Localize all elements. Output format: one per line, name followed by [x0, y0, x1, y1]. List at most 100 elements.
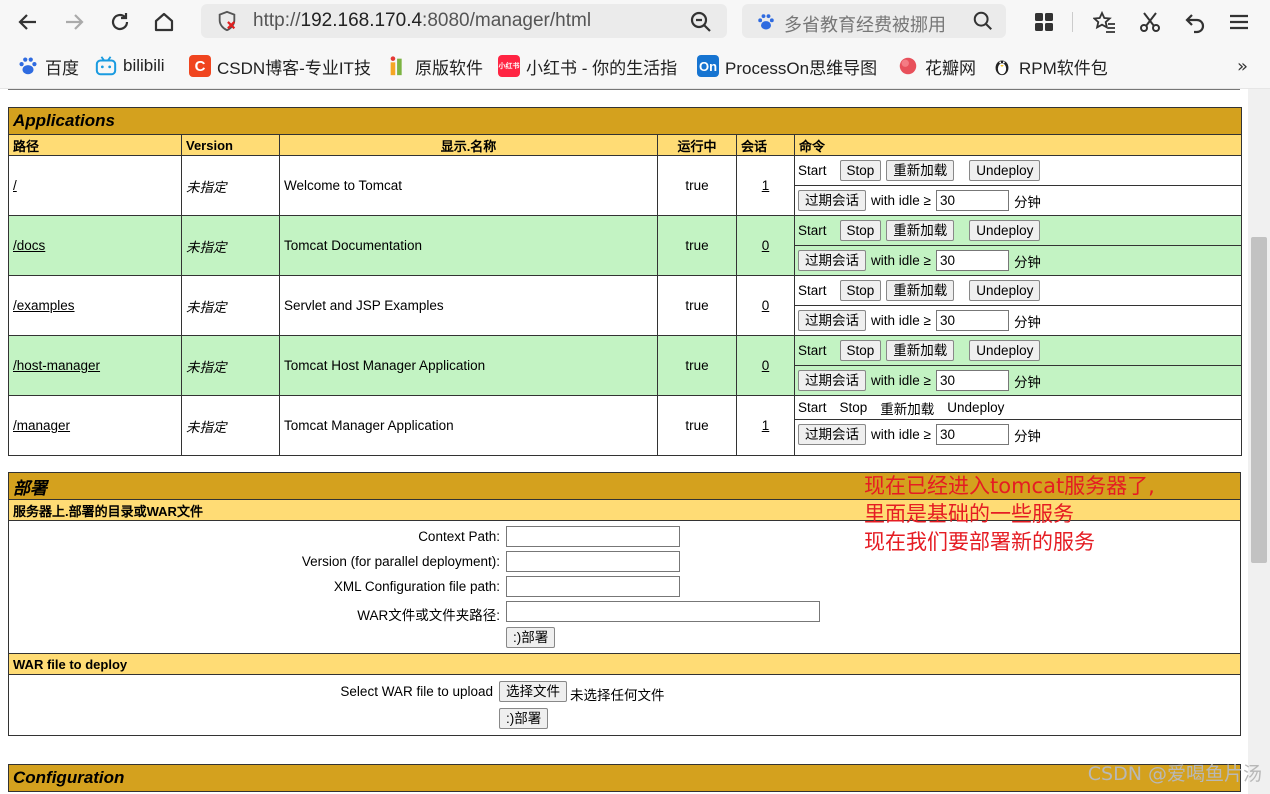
minutes-label: 分钟 [1013, 374, 1041, 390]
expire-sessions-button[interactable]: 过期会话 [798, 310, 866, 331]
idle-input[interactable]: 30 [935, 310, 1009, 331]
expire-sessions-button[interactable]: 过期会话 [798, 424, 866, 445]
reload-button[interactable]: 重新加载 [886, 280, 955, 301]
scrollbar-thumb[interactable] [1251, 237, 1267, 563]
app-path-link[interactable]: /manager [13, 418, 70, 433]
choose-file-button[interactable]: 选择文件 [499, 681, 567, 702]
idle-input[interactable]: 30 [935, 370, 1009, 391]
menu-button[interactable] [1225, 8, 1253, 36]
bookmark-csdn[interactable]: C CSDN博客-专业IT技 [189, 54, 371, 78]
search-icon[interactable] [972, 10, 994, 32]
stop-text: Stop [839, 400, 868, 415]
app-display-name: Tomcat Host Manager Application [279, 335, 658, 396]
version-input[interactable] [506, 551, 680, 572]
bookmark-software[interactable]: 原版软件 [387, 54, 483, 78]
app-path-link[interactable]: / [13, 178, 17, 193]
app-sessions-link[interactable]: 0 [762, 238, 770, 253]
undeploy-button[interactable]: Undeploy [969, 340, 1041, 361]
undo-button[interactable] [1181, 8, 1209, 36]
with-idle-label: with idle ≥ [871, 373, 931, 388]
idle-input[interactable]: 30 [935, 250, 1009, 271]
expire-sessions-button[interactable]: 过期会话 [798, 370, 866, 391]
bookmark-bilibili[interactable]: bilibili [95, 54, 165, 78]
bookmark-xiaohongshu[interactable]: 小红书 小红书 - 你的生活指 [498, 54, 677, 78]
context-path-label: Context Path: [418, 529, 500, 544]
app-path-link[interactable]: /examples [13, 298, 75, 313]
more-bookmarks-button[interactable]: » [1237, 56, 1248, 77]
app-sessions-link[interactable]: 1 [762, 178, 770, 193]
page-content: Applications 路径 Version 显示.名称 运行中 会话 命令 … [0, 89, 1248, 794]
app-running: true [657, 335, 737, 396]
bookmark-huaban[interactable]: 花瓣网 [897, 54, 976, 78]
context-path-input[interactable] [506, 526, 680, 547]
reload-button[interactable]: 重新加载 [886, 340, 955, 361]
undeploy-text: Undeploy [947, 400, 1005, 415]
home-button[interactable] [150, 8, 178, 36]
start-text: Start [798, 400, 827, 415]
col-display-name: 显示.名称 [279, 134, 658, 156]
idle-input[interactable]: 30 [935, 190, 1009, 211]
screenshot-button[interactable] [1136, 8, 1164, 36]
expire-sessions-button[interactable]: 过期会话 [798, 190, 866, 211]
bookmark-baidu[interactable]: 百度 [17, 54, 79, 78]
applications-table: Applications 路径 Version 显示.名称 运行中 会话 命令 … [7, 107, 1243, 456]
war-dir-input[interactable] [506, 601, 820, 622]
minutes-label: 分钟 [1013, 194, 1041, 210]
deploy-war-button[interactable]: :)部署 [499, 708, 549, 729]
app-version: 未指定 [181, 335, 280, 396]
configuration-title: Configuration [8, 764, 1241, 792]
baidu-paw-icon [758, 14, 774, 30]
minutes-label: 分钟 [1013, 314, 1041, 330]
expire-sessions-button[interactable]: 过期会话 [798, 250, 866, 271]
start-text: Start [798, 343, 827, 358]
zoom-icon[interactable] [689, 10, 713, 34]
forward-button[interactable] [60, 8, 88, 36]
reload-icon [111, 13, 129, 31]
with-idle-label: with idle ≥ [871, 427, 931, 442]
app-sessions-link[interactable]: 1 [762, 418, 770, 433]
apps-grid-button[interactable] [1030, 8, 1058, 36]
search-bar[interactable]: 多省教育经费被挪用 [742, 4, 1006, 38]
reload-button[interactable]: 重新加载 [886, 220, 955, 241]
forward-arrow-icon [66, 14, 84, 30]
app-display-name: Welcome to Tomcat [279, 155, 658, 216]
col-commands: 命令 [793, 134, 1243, 156]
stop-button[interactable]: Stop [839, 340, 882, 361]
stop-button[interactable]: Stop [839, 220, 882, 241]
undeploy-button[interactable]: Undeploy [969, 160, 1041, 181]
reload-text: 重新加载 [880, 401, 935, 417]
undeploy-button[interactable]: Undeploy [969, 280, 1041, 301]
col-running: 运行中 [657, 134, 737, 156]
reload-button[interactable] [106, 8, 134, 36]
favorites-button[interactable] [1091, 8, 1119, 36]
start-text: Start [798, 283, 827, 298]
stop-button[interactable]: Stop [839, 280, 882, 301]
stop-button[interactable]: Stop [839, 160, 882, 181]
table-row: /examples 未指定 Servlet and JSP Examples t… [8, 275, 1243, 336]
app-display-name: Tomcat Documentation [279, 215, 658, 276]
col-version: Version [181, 134, 280, 156]
col-sessions: 会话 [736, 134, 795, 156]
idle-input[interactable]: 30 [935, 424, 1009, 445]
red-annotation: 现在已经进入tomcat服务器了, 里面是基础的一些服务 现在我们要部署新的服务 [864, 472, 1155, 556]
with-idle-label: with idle ≥ [871, 193, 931, 208]
address-bar[interactable]: http://192.168.170.4:8080/manager/html [201, 4, 727, 38]
undo-icon [1185, 14, 1205, 34]
app-running: true [657, 275, 737, 336]
app-sessions-link[interactable]: 0 [762, 358, 770, 373]
back-button[interactable] [14, 8, 42, 36]
table-row: /host-manager 未指定 Tomcat Host Manager Ap… [8, 335, 1243, 396]
undeploy-button[interactable]: Undeploy [969, 220, 1041, 241]
page-scrollbar[interactable] [1248, 89, 1270, 794]
reload-button[interactable]: 重新加载 [886, 160, 955, 181]
bookmark-processon[interactable]: On ProcessOn思维导图 [697, 54, 877, 78]
app-version: 未指定 [181, 215, 280, 276]
table-row: /manager 未指定 Tomcat Manager Application … [8, 395, 1243, 456]
bookmark-rpm[interactable]: RPM软件包 [991, 54, 1108, 78]
app-path-link[interactable]: /host-manager [13, 358, 100, 373]
csdn-icon: C [189, 55, 211, 77]
app-sessions-link[interactable]: 0 [762, 298, 770, 313]
xml-config-input[interactable] [506, 576, 680, 597]
app-path-link[interactable]: /docs [13, 238, 45, 253]
deploy-dir-button[interactable]: :)部署 [506, 627, 556, 648]
